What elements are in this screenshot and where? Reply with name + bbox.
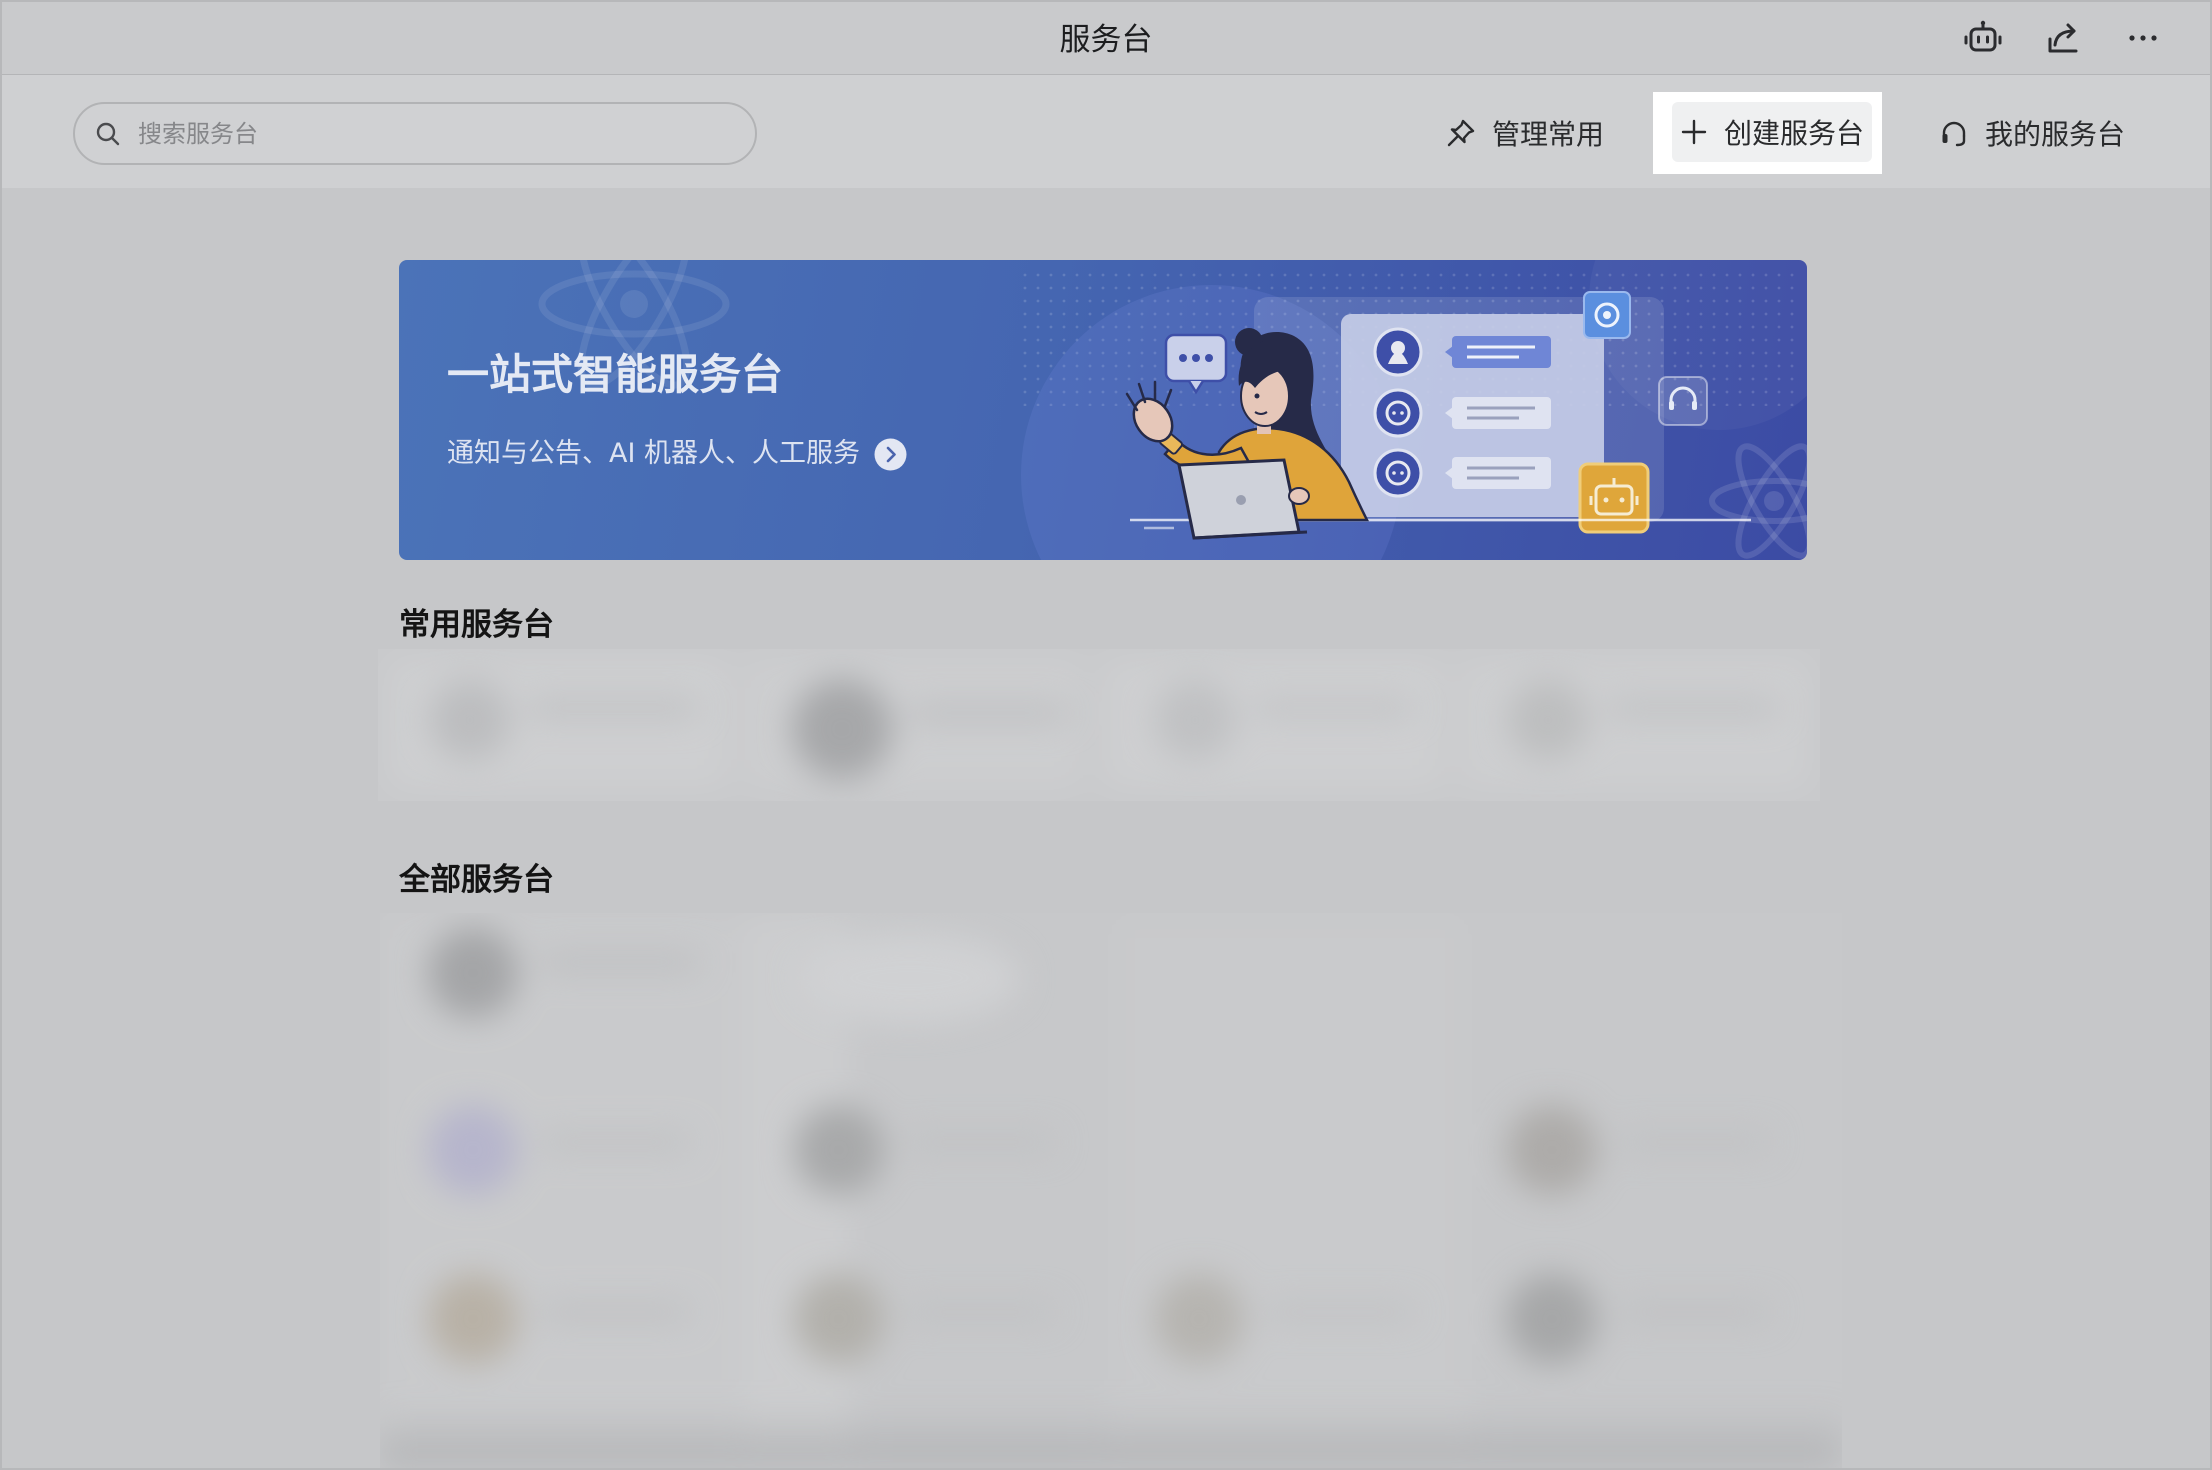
create-service-desk-label: 创建服务台	[1724, 117, 1865, 150]
banner-illustration	[538, 260, 1807, 560]
card-avatar	[428, 1105, 518, 1195]
search-input[interactable]	[136, 118, 720, 149]
card-avatar	[428, 928, 518, 1018]
card-text	[1620, 1133, 1770, 1151]
manage-favorites-button[interactable]: 管理常用	[1445, 107, 1604, 159]
service-desk-card[interactable]	[1103, 659, 1443, 789]
search-icon	[96, 122, 120, 145]
bot-avatar-icon	[1373, 448, 1423, 498]
service-desk-column	[380, 913, 735, 1468]
card-text	[1253, 699, 1413, 717]
plus-icon	[1681, 119, 1707, 145]
search-box[interactable]	[73, 102, 757, 165]
all-section-title: 全部服务台	[399, 862, 554, 898]
card-avatar	[1155, 680, 1235, 760]
atom-decoration-icon	[1709, 443, 1807, 559]
card-text	[528, 699, 698, 717]
promo-banner[interactable]: 一站式智能服务台 通知与公告、AI 机器人、人工服务	[399, 260, 1807, 560]
card-text	[908, 704, 1068, 722]
card-text	[905, 1303, 1055, 1321]
window-title: 服务台	[1059, 22, 1153, 58]
card-avatar	[794, 1105, 884, 1195]
card-avatar	[1507, 1105, 1597, 1195]
manage-favorites-label: 管理常用	[1492, 118, 1605, 151]
card-text	[1620, 1303, 1770, 1321]
robot-icon[interactable]	[1963, 18, 2003, 58]
card-text	[1265, 1303, 1415, 1321]
banner-subtitle: 通知与公告、AI 机器人、人工服务	[447, 438, 861, 469]
card-avatar	[428, 1274, 518, 1364]
headset-badge-icon	[1658, 376, 1708, 426]
card-avatar	[430, 680, 510, 760]
share-icon[interactable]	[2043, 18, 2083, 58]
create-service-desk-button[interactable]: 创建服务台	[1672, 102, 1872, 162]
banner-subtitle-link[interactable]: 通知与公告、AI 机器人、人工服务	[447, 436, 907, 472]
toolbar: 管理常用 创建服务台 我的服务台	[0, 75, 2212, 188]
card-avatar	[792, 679, 892, 779]
card-avatar	[1507, 1274, 1597, 1364]
bot-avatar-icon	[1373, 388, 1423, 438]
banner-title: 一站式智能服务台	[447, 350, 784, 399]
more-icon[interactable]	[2123, 18, 2163, 58]
title-bar: 服务台	[0, 0, 2212, 75]
card-avatar	[1154, 1274, 1244, 1364]
my-service-desk-button[interactable]: 我的服务台	[1938, 107, 2125, 159]
card-avatar	[1508, 680, 1588, 760]
card-text	[905, 1133, 1055, 1151]
pin-icon	[1447, 119, 1475, 147]
frequent-service-desk-list	[378, 649, 1820, 801]
chevron-right-icon[interactable]	[874, 438, 907, 471]
gear-badge-icon	[1583, 291, 1631, 339]
card-highlight	[800, 933, 1020, 1023]
my-service-desk-label: 我的服务台	[1985, 118, 2126, 151]
card-text	[540, 1303, 690, 1321]
all-service-desk-grid	[380, 913, 1842, 1468]
frequent-section-title: 常用服务台	[399, 607, 554, 643]
headset-icon	[1942, 121, 1966, 147]
create-button-highlight: 创建服务台	[1653, 92, 1882, 174]
card-text	[540, 953, 700, 971]
robot-badge-icon	[1578, 462, 1650, 534]
list-bottom-fade	[380, 1408, 1842, 1468]
card-avatar	[794, 1274, 884, 1364]
card-text	[1608, 699, 1778, 717]
service-desk-column	[1110, 913, 1470, 1468]
card-text	[540, 1133, 690, 1151]
